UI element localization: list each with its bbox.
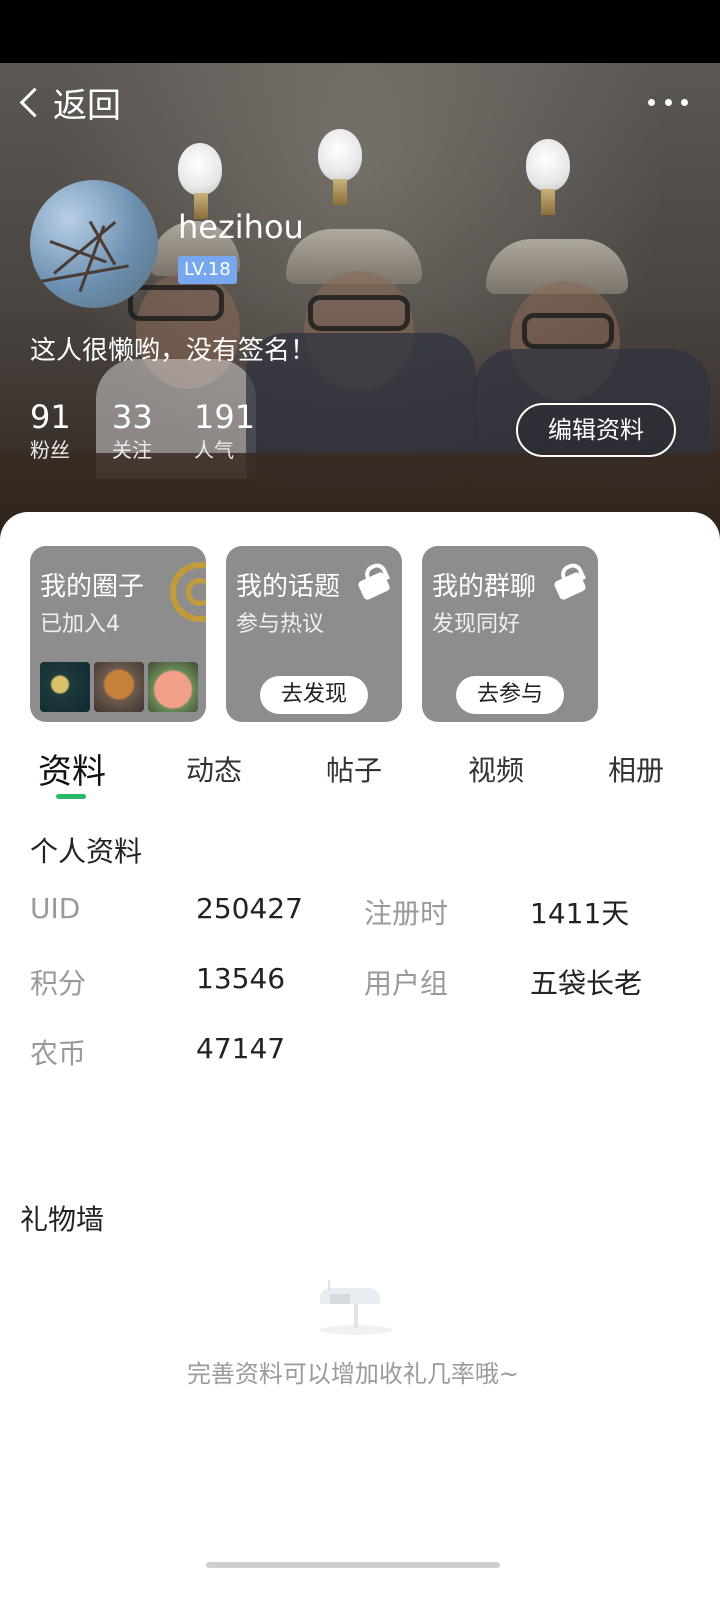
back-label: 返回 [53,85,121,126]
username: hezihou [178,208,304,246]
lock-icon [553,560,587,601]
gift-empty-text: 完善资料可以增加收礼几率哦~ [186,1360,520,1388]
avatar[interactable] [30,180,158,308]
status-bar [0,0,720,63]
tab-videos[interactable]: 视频 [468,749,524,789]
card-subtitle: 发现同好 [432,612,521,637]
profile-label: 农币 [30,1037,87,1070]
more-options-button[interactable] [648,92,688,112]
home-indicator[interactable] [206,1562,500,1568]
profile-label: 积分 [30,967,87,1000]
signature-text: 这人很懒哟，没有签名！ [30,336,317,366]
stat-fans[interactable]: 91 粉丝 [30,398,71,464]
profile-value: 250427 [196,892,303,925]
circle-thumbnail[interactable] [40,662,90,712]
card-subtitle: 已加入4 [40,612,120,637]
lock-icon [357,560,391,601]
profile-header-background [0,63,720,583]
profile-value: 13546 [196,962,286,995]
stat-label: 关注 [112,438,152,462]
card-title: 我的话题 [236,572,341,602]
circle-thumbnail[interactable] [94,662,144,712]
profile-value: 47147 [196,1032,286,1065]
level-badge: LV.18 [178,256,237,284]
back-chevron-icon [19,87,50,117]
card-title: 我的群聊 [432,572,537,602]
profile-label: 注册时 [364,897,449,930]
tab-posts[interactable]: 帖子 [326,749,382,789]
more-dot-icon [648,98,655,106]
stat-popularity[interactable]: 191 人气 [194,398,255,464]
profile-label: 用户组 [364,967,449,1000]
circle-thumbnails [40,662,198,712]
profile-label: UID [30,892,81,925]
my-circles-card[interactable]: 我的圈子 已加入4 [30,546,206,722]
my-topics-card[interactable]: 我的话题 参与热议 去发现 [226,546,402,722]
more-dot-icon [681,98,688,106]
stat-value: 191 [194,398,256,436]
circle-logo-icon [170,562,206,622]
back-button[interactable]: 返回 [18,80,121,126]
tab-info[interactable]: 资料 [38,744,106,793]
card-title: 我的圈子 [40,572,145,602]
stat-value: 91 [30,398,71,436]
more-dot-icon [664,98,672,106]
stat-label: 人气 [194,438,234,462]
mailbox-icon [320,1280,392,1335]
stat-value: 33 [112,398,153,436]
discover-button[interactable]: 去发现 [260,676,368,714]
participate-button[interactable]: 去参与 [456,676,564,714]
profile-tabs: 资料 动态 帖子 视频 相册 [0,744,720,804]
circle-thumbnail[interactable] [148,662,198,712]
my-group-chats-card[interactable]: 我的群聊 发现同好 去参与 [422,546,598,722]
card-subtitle: 参与热议 [236,612,325,637]
stat-following[interactable]: 33 关注 [112,398,153,464]
profile-value: 五袋长老 [530,967,643,1000]
gift-wall-title: 礼物墙 [20,1203,105,1236]
tab-albums[interactable]: 相册 [608,749,664,789]
active-tab-indicator [56,794,86,799]
profile-value: 1411天 [530,897,630,930]
stat-label: 粉丝 [30,438,70,462]
tab-activity[interactable]: 动态 [186,749,242,789]
profile-section-title: 个人资料 [30,835,143,868]
edit-profile-button[interactable]: 编辑资料 [516,403,676,457]
